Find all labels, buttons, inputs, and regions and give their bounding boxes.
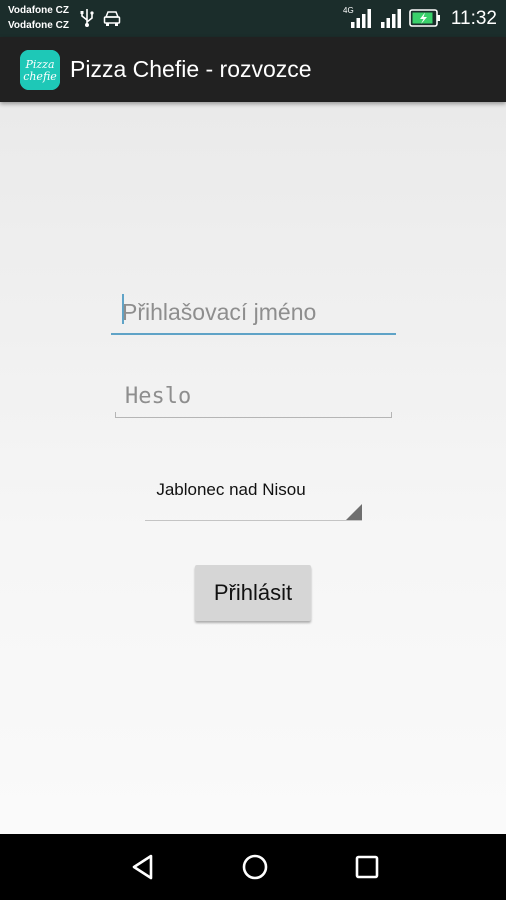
signal-icon — [381, 9, 401, 28]
username-field[interactable]: Přihlašovací jméno — [111, 290, 396, 335]
carrier-2: Vodafone CZ — [8, 20, 69, 31]
network-type-label: 4G — [343, 6, 354, 15]
pizza-chefie-logo-icon: Pizza chefie — [20, 50, 60, 90]
carrier-1: Vodafone CZ — [8, 5, 69, 16]
password-placeholder: Heslo — [125, 384, 192, 409]
city-select[interactable]: Jablonec nad Nisou — [145, 467, 362, 521]
back-icon[interactable] — [129, 853, 157, 881]
car-mode-icon — [103, 11, 121, 26]
app-logo: Pizza chefie — [20, 50, 60, 90]
login-button[interactable]: Přihlásit — [195, 565, 311, 621]
navigation-bar — [0, 834, 506, 900]
username-placeholder: Přihlašovací jméno — [122, 299, 317, 325]
recent-apps-icon[interactable] — [353, 853, 381, 881]
usb-icon — [80, 9, 94, 27]
carrier-labels: Vodafone CZ Vodafone CZ — [8, 3, 69, 33]
app-title: Pizza Chefie - rozvozce — [70, 56, 312, 82]
status-time: 11:32 — [450, 8, 497, 29]
login-screen: Přihlašovací jméno Heslo Jablonec nad Ni… — [0, 102, 506, 834]
app-bar: Pizza chefie Pizza Chefie - rozvozce — [0, 37, 506, 102]
dropdown-corner-icon — [346, 504, 362, 520]
home-icon[interactable] — [241, 853, 269, 881]
password-field[interactable]: Heslo — [115, 377, 392, 418]
battery-charging-icon — [409, 9, 440, 27]
logo-word-2: chefie — [23, 70, 57, 83]
city-select-value: Jablonec nad Nisou — [156, 480, 306, 499]
status-bar: Vodafone CZ Vodafone CZ 4G 11:32 — [0, 0, 506, 37]
signal-icon: 4G — [343, 6, 371, 28]
